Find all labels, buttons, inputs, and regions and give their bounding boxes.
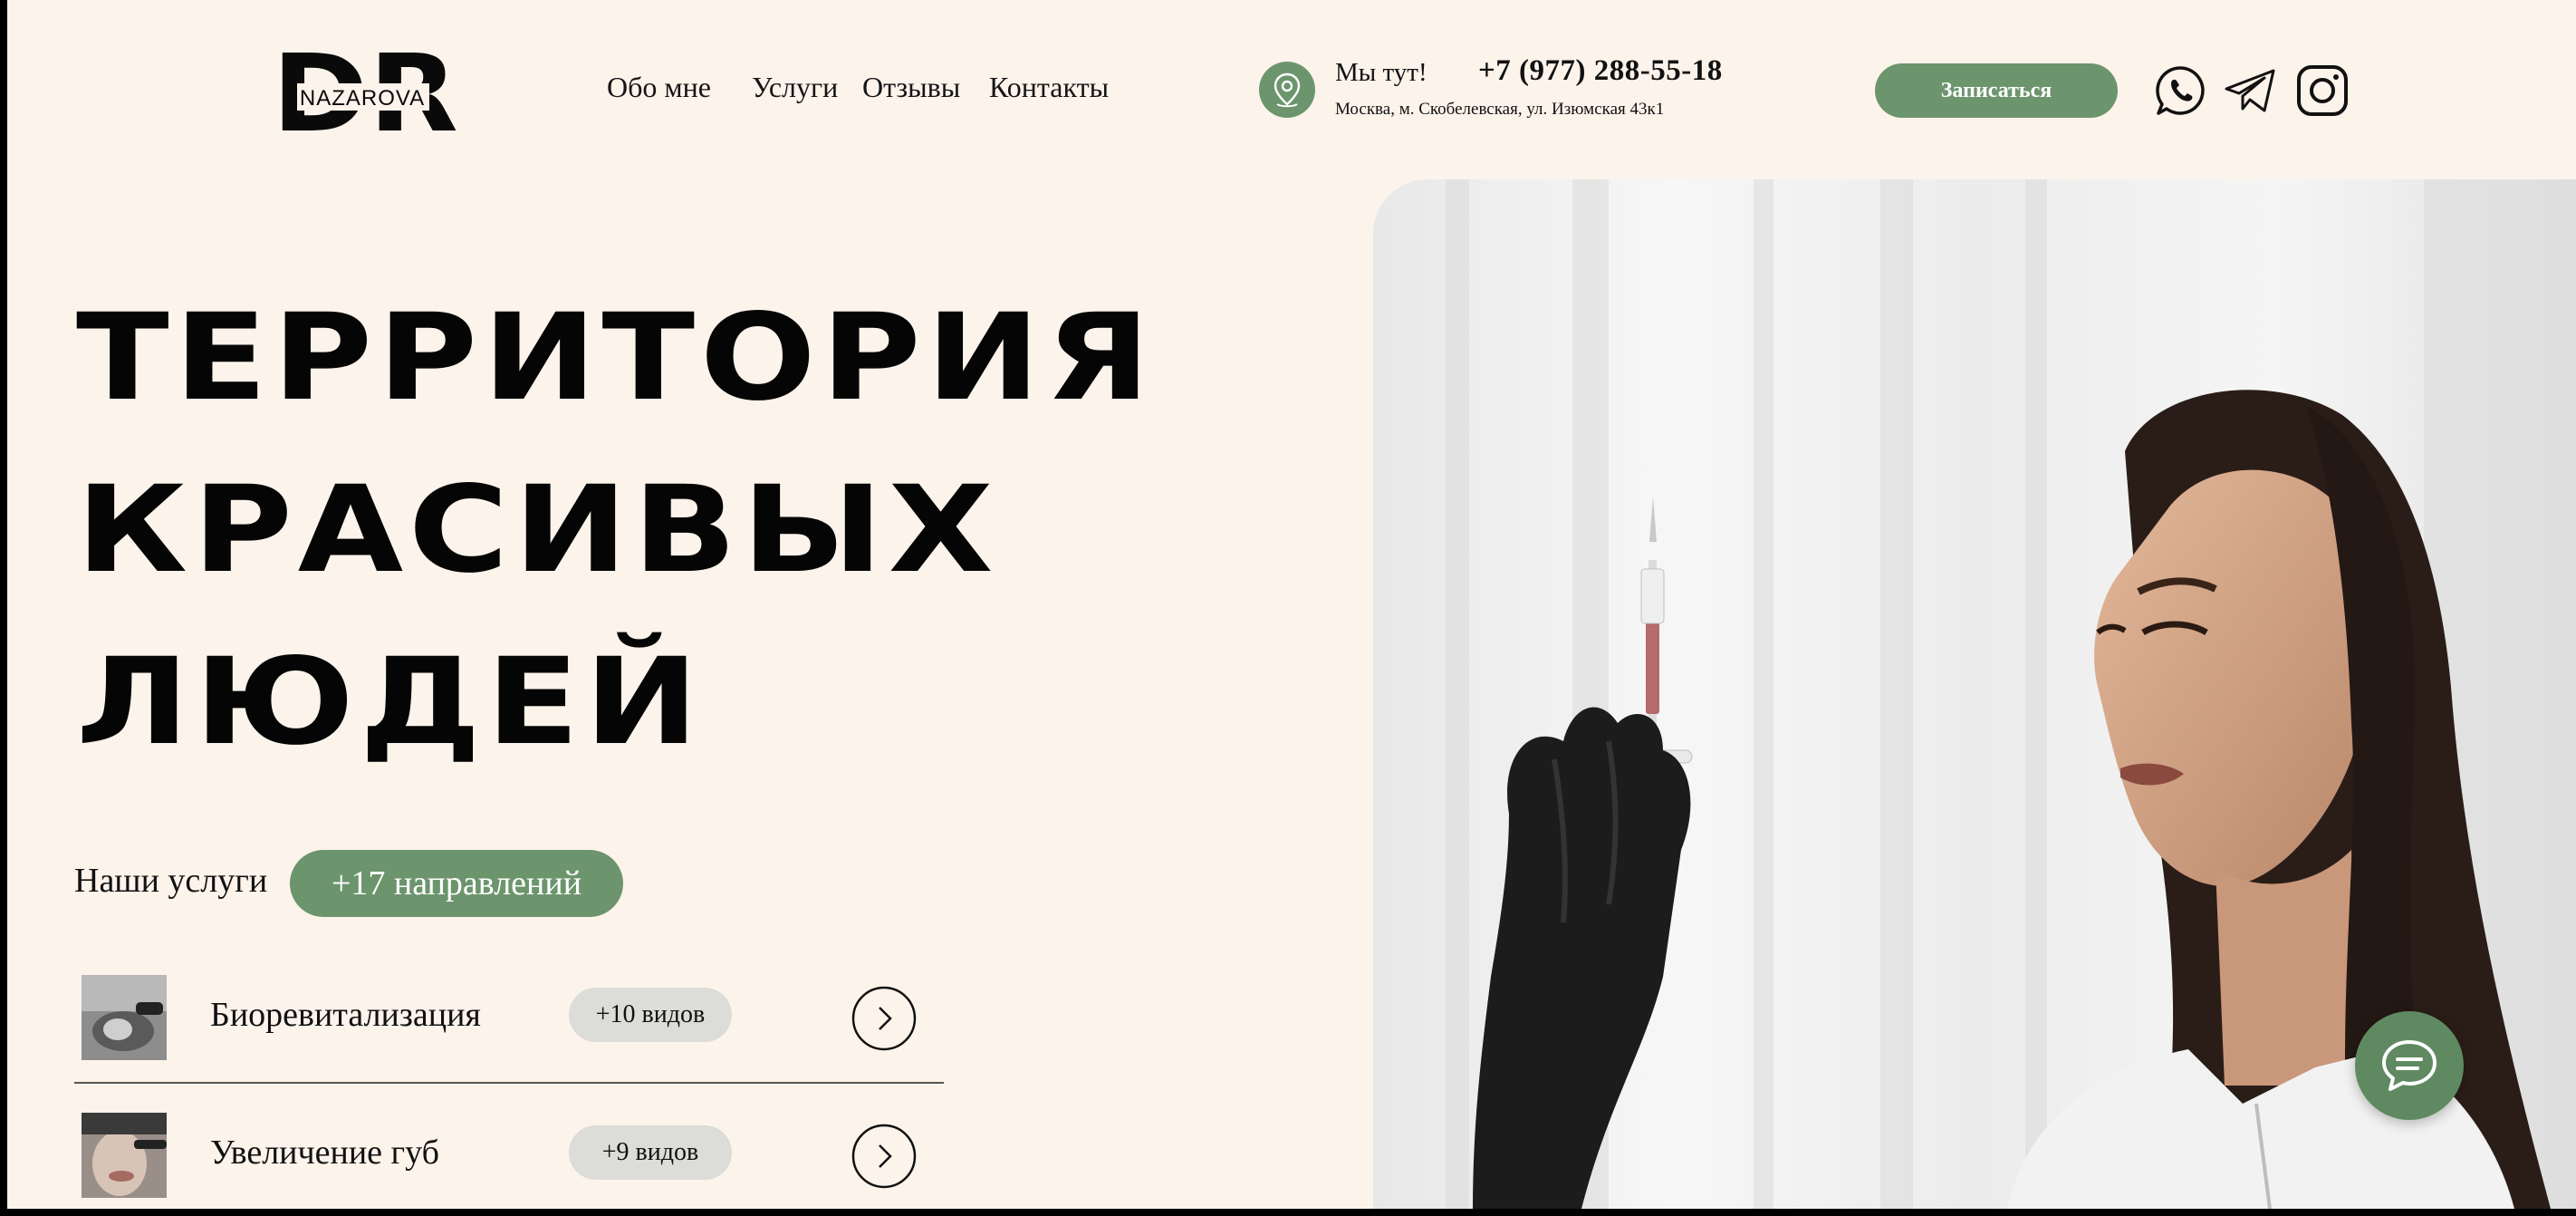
service-thumbnail [82, 975, 167, 1060]
service-name: Биоревитализация [210, 996, 481, 1034]
nav-item-reviews[interactable]: Отзывы [862, 71, 960, 104]
instagram-icon[interactable] [2295, 63, 2350, 118]
map-pin-icon[interactable] [1259, 62, 1315, 118]
address: Москва, м. Скобелевская, ул. Изюмская 43… [1335, 100, 1665, 119]
book-appointment-button[interactable]: Записаться [1875, 63, 2118, 118]
hero-title-line: ТЕРРИТОРИЯ [76, 288, 1156, 428]
service-name: Увеличение губ [210, 1134, 439, 1172]
hero-title-line: КРАСИВЫХ [76, 460, 999, 600]
chevron-right-icon[interactable] [851, 1124, 917, 1189]
service-count-badge: +10 видов [569, 988, 732, 1042]
service-count-badge: +9 видов [569, 1125, 732, 1180]
nav-item-contacts[interactable]: Контакты [989, 71, 1109, 104]
service-row-lip-augmentation[interactable]: Увеличение губ +9 видов [74, 1111, 944, 1209]
chat-bubble-icon [2382, 1040, 2437, 1091]
service-row-biorevitalization[interactable]: Биоревитализация +10 видов [74, 973, 944, 1084]
nav-item-about[interactable]: Обо мне [607, 71, 711, 104]
services-label: Наши услуги [74, 862, 268, 900]
service-thumbnail [82, 1113, 167, 1198]
phone-link[interactable]: +7 (977) 288-55-18 [1478, 54, 1723, 88]
chevron-right-icon[interactable] [851, 986, 917, 1051]
logo[interactable]: DR NAZAROVA [272, 47, 458, 134]
hero-title: ТЕРРИТОРИЯ КРАСИВЫХ ЛЮДЕЙ [76, 272, 1156, 788]
directions-pill[interactable]: +17 направлений [290, 850, 623, 917]
hero-title-line: ЛЮДЕЙ [76, 632, 704, 772]
telegram-icon[interactable] [2223, 63, 2277, 118]
whatsapp-icon[interactable] [2154, 63, 2208, 118]
location-label: Мы тут! [1335, 58, 1427, 87]
chat-button[interactable] [2355, 1011, 2464, 1120]
page: DR NAZAROVA Обо мне Услуги Отзывы Контак… [7, 0, 2576, 1209]
nav-item-services[interactable]: Услуги [752, 71, 838, 104]
logo-name: NAZAROVA [300, 86, 425, 111]
